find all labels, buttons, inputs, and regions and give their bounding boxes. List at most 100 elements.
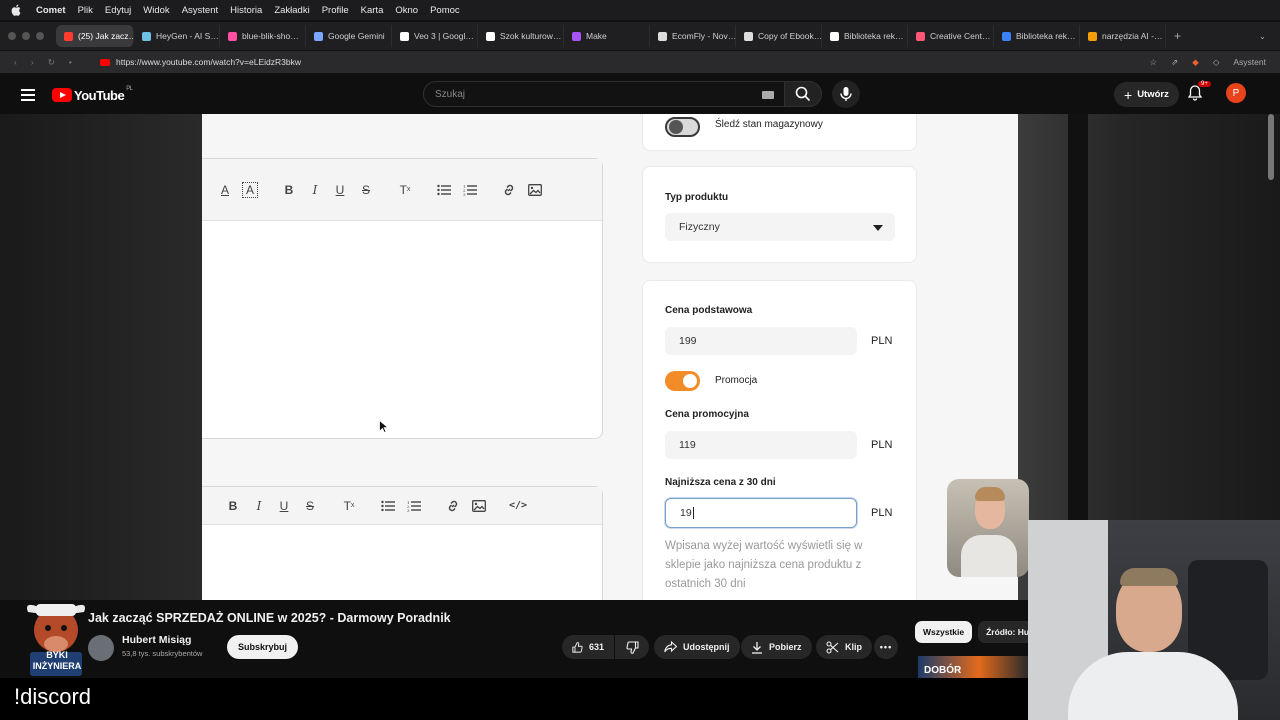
tab-creative[interactable]: Creative Cent…	[908, 25, 994, 47]
highlight-icon[interactable]: A	[242, 181, 258, 198]
forward-icon[interactable]: ›	[31, 57, 34, 68]
strikethrough-icon[interactable]: S	[359, 183, 373, 197]
voice-search-button[interactable]	[832, 80, 860, 108]
stock-tracking-toggle[interactable]	[665, 117, 700, 137]
bold-icon[interactable]: B	[282, 183, 296, 197]
base-price-label: Cena podstawowa	[665, 305, 753, 316]
numbered-list-icon[interactable]: 123	[463, 183, 477, 197]
keyboard-icon[interactable]	[762, 91, 774, 99]
chip-all[interactable]: Wszystkie	[915, 621, 973, 643]
italic-icon[interactable]: I	[252, 499, 266, 513]
page-scrollbar[interactable]	[1268, 114, 1274, 180]
tab-veo3[interactable]: Veo 3 | Googl…	[392, 25, 478, 47]
back-icon[interactable]: ‹	[14, 57, 17, 68]
channel-avatar[interactable]	[88, 635, 114, 661]
apple-icon[interactable]	[10, 4, 22, 16]
tab-favicon	[572, 31, 581, 41]
bookmark-star-icon[interactable]: ☆	[1150, 57, 1158, 68]
stock-tracking-label: Śledź stan magazynowy	[715, 119, 823, 130]
bold-icon[interactable]: B	[226, 499, 240, 513]
channel-badge-logo: BYKI INŻYNIERA	[22, 600, 90, 676]
like-button[interactable]: 631	[562, 635, 614, 659]
dislike-button[interactable]	[615, 635, 649, 659]
bullet-list-icon[interactable]	[381, 499, 395, 513]
tab-label: Biblioteka rek…	[1016, 31, 1076, 41]
tab-favicon	[1088, 31, 1097, 41]
url-field[interactable]: https://www.youtube.com/watch?v=eLEidzR3…	[100, 57, 301, 67]
tab-gemini[interactable]: Google Gemini	[306, 25, 392, 47]
tab-blue-blik[interactable]: blue-blik-sho…	[220, 25, 306, 47]
tab-make[interactable]: Make	[564, 25, 650, 47]
share-link-icon[interactable]: ⇗	[1171, 57, 1178, 68]
tab-biblioteka-1[interactable]: Biblioteka rek…	[822, 25, 908, 47]
numbered-list-icon[interactable]: 123	[407, 499, 421, 513]
youtube-logo[interactable]: YouTube PL	[52, 86, 133, 103]
share-button[interactable]: Udostępnij	[654, 635, 740, 659]
menu-edytuj[interactable]: Edytuj	[105, 5, 131, 16]
menu-plik[interactable]: Plik	[78, 5, 93, 16]
tab-youtube[interactable]: (25) Jak zacz…	[56, 25, 134, 47]
clip-button[interactable]: Klip	[816, 635, 872, 659]
youtube-region: PL	[126, 86, 133, 92]
clear-format-icon[interactable]: Tx	[398, 183, 412, 197]
base-price-input[interactable]: 199	[665, 327, 857, 355]
italic-icon[interactable]: I	[308, 183, 322, 197]
reload-icon[interactable]: ↻	[48, 57, 55, 68]
mouse-pointer-icon	[379, 420, 388, 433]
promo-price-input[interactable]: 119	[665, 431, 857, 459]
menu-app-name[interactable]: Comet	[36, 5, 66, 16]
promo-toggle[interactable]	[665, 371, 700, 391]
text-color-icon[interactable]: A	[218, 183, 232, 197]
tab-list-chevron-icon[interactable]: ⌄	[1259, 31, 1266, 42]
menu-profile[interactable]: Profile	[322, 5, 349, 16]
assistant-label[interactable]: Asystent	[1233, 57, 1266, 67]
tab-biblioteka-2[interactable]: Biblioteka rek…	[994, 25, 1080, 47]
image-icon[interactable]	[472, 499, 486, 513]
bullet-list-icon[interactable]	[437, 183, 451, 197]
menu-pomoc[interactable]: Pomoc	[430, 5, 460, 16]
tab-ebook[interactable]: Copy of Ebook…	[736, 25, 822, 47]
account-avatar[interactable]: P	[1226, 83, 1246, 103]
download-button[interactable]: Pobierz	[741, 635, 812, 659]
clear-format-icon[interactable]: Tx	[342, 499, 356, 513]
shield-icon[interactable]: ◇	[1213, 57, 1220, 68]
lowest-price-input[interactable]: 19	[665, 498, 857, 528]
strikethrough-icon[interactable]: S	[303, 499, 317, 513]
channel-name[interactable]: Hubert Misiąg	[122, 634, 191, 646]
related-video-thumbnail[interactable]: DOBÓR	[918, 656, 1028, 678]
create-button[interactable]: + Utwórz	[1114, 82, 1179, 107]
notifications-button[interactable]: 9+	[1187, 81, 1211, 106]
tab-heygen[interactable]: HeyGen - AI S…	[134, 25, 220, 47]
image-icon[interactable]	[528, 183, 542, 197]
menu-zakladki[interactable]: Zakładki	[274, 5, 309, 16]
new-tab-icon[interactable]: +	[1166, 29, 1181, 43]
menu-karta[interactable]: Karta	[361, 5, 384, 16]
tab-label: narzędzia AI -…	[1102, 31, 1163, 41]
streamer-webcam	[1028, 520, 1280, 720]
subscribe-button[interactable]: Subskrybuj	[227, 635, 299, 659]
tab-szok[interactable]: Szok kulturow…	[478, 25, 564, 47]
search-input[interactable]: Szukaj	[423, 81, 785, 107]
search-button[interactable]	[784, 81, 822, 107]
more-actions-button[interactable]: •••	[874, 635, 898, 659]
share-arrow-icon	[664, 641, 677, 653]
tab-favicon	[830, 31, 839, 41]
tab-narzedzia[interactable]: narzędzia AI -…	[1080, 25, 1166, 47]
product-type-select[interactable]: Fizyczny	[665, 213, 895, 241]
menu-asystent[interactable]: Asystent	[182, 5, 218, 16]
menu-hamburger-icon[interactable]	[21, 89, 35, 101]
code-icon[interactable]: </>	[509, 499, 527, 513]
menu-okno[interactable]: Okno	[395, 5, 418, 16]
tab-ecomfly[interactable]: EcomFly - Nov…	[650, 25, 736, 47]
menu-historia[interactable]: Historia	[230, 5, 262, 16]
youtube-header: YouTube PL Szukaj + Utwórz 9+ P	[0, 76, 1280, 114]
extensions-icon[interactable]: ◆	[1192, 57, 1199, 68]
window-controls[interactable]	[0, 32, 56, 40]
underline-icon[interactable]: U	[277, 499, 291, 513]
underline-icon[interactable]: U	[333, 183, 347, 197]
mic-small-icon[interactable]: •	[69, 57, 72, 68]
link-icon[interactable]	[446, 499, 460, 513]
menu-widok[interactable]: Widok	[143, 5, 169, 16]
link-icon[interactable]	[502, 183, 516, 197]
toggle-knob	[683, 374, 697, 388]
